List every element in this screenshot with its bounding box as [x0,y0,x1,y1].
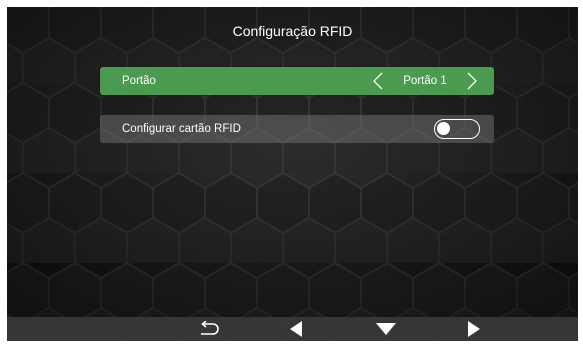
bottom-nav-bar [7,317,578,341]
chevron-right-icon[interactable] [464,71,480,91]
rfid-config-row[interactable]: Configurar cartão RFID [100,115,494,143]
gate-selector-row[interactable]: Portão Portão 1 [100,67,494,95]
return-icon[interactable] [196,319,222,339]
hexagon-pattern-background [7,7,578,341]
triangle-right-icon[interactable] [461,319,487,339]
chevron-left-icon[interactable] [370,71,386,91]
gate-selector: Portão 1 [370,71,480,91]
gate-label: Portão [122,75,156,87]
toggle-knob [437,122,450,135]
gate-value: Portão 1 [403,75,447,87]
triangle-left-icon[interactable] [283,319,309,339]
device-screen: Configuração RFID Portão Portão 1 Config… [7,7,578,341]
page-title: Configuração RFID [232,23,353,39]
rfid-config-label: Configurar cartão RFID [122,123,241,135]
triangle-down-icon[interactable] [373,319,399,339]
rfid-toggle-switch[interactable] [434,119,480,139]
